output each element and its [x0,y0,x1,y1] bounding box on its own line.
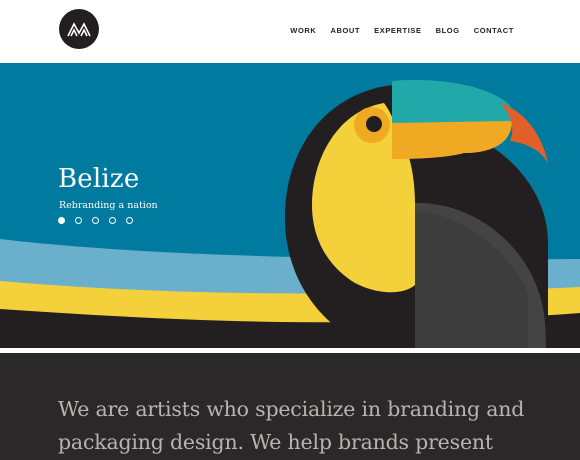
toucan-beak-mid [392,121,512,153]
nav-work-link[interactable]: WORK [290,26,316,35]
hero-slider: Belize Rebranding a nation [0,63,580,348]
hero-title: Belize [58,164,140,194]
slider-pagination [58,217,143,224]
nav-blog-link[interactable]: BLOG [436,26,460,35]
intro-text: We are artists who specialize in brandin… [58,397,525,454]
slide-dot-4[interactable] [109,217,116,224]
intro-section: We are artists who specialize in brandin… [0,353,580,460]
slide-dot-2[interactable] [75,217,82,224]
toucan-beak-top [392,79,516,125]
slide-dot-3[interactable] [92,217,99,224]
main-nav: WORK ABOUT EXPERTISE BLOG CONTACT [290,26,514,35]
slide-dot-1[interactable] [58,217,65,224]
nav-about-link[interactable]: ABOUT [330,26,360,35]
nav-contact-link[interactable]: CONTACT [474,26,514,35]
site-header: WORK ABOUT EXPERTISE BLOG CONTACT [0,0,580,63]
toucan-eye [366,116,382,132]
page: WORK ABOUT EXPERTISE BLOG CONTACT Belize… [0,0,580,460]
nav-expertise-link[interactable]: EXPERTISE [374,26,422,35]
logo-icon[interactable] [59,9,99,49]
hero-subtitle: Rebranding a nation [59,200,158,211]
slide-dot-5[interactable] [126,217,133,224]
